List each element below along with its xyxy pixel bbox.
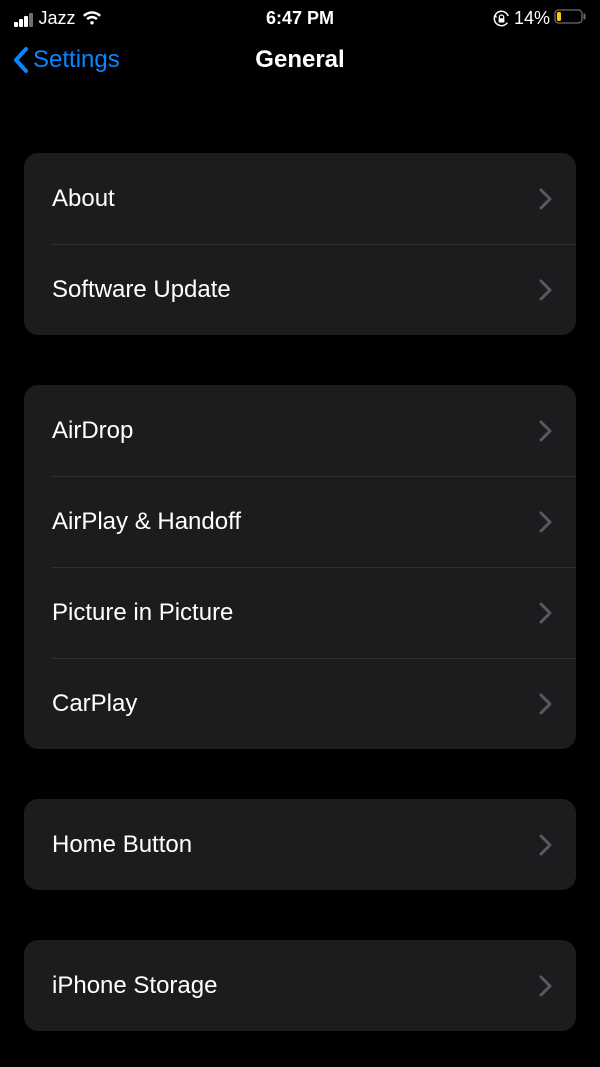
row-home-button[interactable]: Home Button xyxy=(24,799,576,890)
row-airdrop[interactable]: AirDrop xyxy=(24,385,576,476)
chevron-left-icon xyxy=(12,46,30,74)
status-left: Jazz xyxy=(14,8,102,29)
row-about[interactable]: About xyxy=(24,153,576,244)
battery-percentage: 14% xyxy=(514,8,550,29)
settings-content: About Software Update AirDrop AirPlay & … xyxy=(0,153,600,1031)
settings-group: Home Button xyxy=(24,799,576,890)
back-button[interactable]: Settings xyxy=(12,46,120,74)
status-time: 6:47 PM xyxy=(266,8,334,29)
chevron-right-icon xyxy=(539,420,552,442)
chevron-right-icon xyxy=(539,975,552,997)
chevron-right-icon xyxy=(539,279,552,301)
row-label: AirDrop xyxy=(52,417,133,445)
cellular-signal-icon xyxy=(14,11,33,27)
battery-icon xyxy=(554,8,586,29)
page-title: General xyxy=(255,46,344,74)
row-label: CarPlay xyxy=(52,690,137,718)
settings-group: About Software Update xyxy=(24,153,576,335)
settings-group: iPhone Storage xyxy=(24,940,576,1031)
row-label: iPhone Storage xyxy=(52,972,217,1000)
row-carplay[interactable]: CarPlay xyxy=(24,658,576,749)
chevron-right-icon xyxy=(539,834,552,856)
back-label: Settings xyxy=(33,46,120,74)
row-label: About xyxy=(52,185,115,213)
chevron-right-icon xyxy=(539,602,552,624)
row-label: AirPlay & Handoff xyxy=(52,508,241,536)
row-iphone-storage[interactable]: iPhone Storage xyxy=(24,940,576,1031)
row-picture-in-picture[interactable]: Picture in Picture xyxy=(24,567,576,658)
wifi-icon xyxy=(82,11,102,26)
nav-bar: Settings General xyxy=(0,35,600,91)
orientation-lock-icon xyxy=(493,10,510,27)
chevron-right-icon xyxy=(539,188,552,210)
carrier-label: Jazz xyxy=(39,8,76,29)
chevron-right-icon xyxy=(539,511,552,533)
row-label: Picture in Picture xyxy=(52,599,233,627)
row-airplay-handoff[interactable]: AirPlay & Handoff xyxy=(24,476,576,567)
status-bar: Jazz 6:47 PM 14% xyxy=(0,0,600,35)
row-label: Software Update xyxy=(52,276,231,304)
row-software-update[interactable]: Software Update xyxy=(24,244,576,335)
row-label: Home Button xyxy=(52,831,192,859)
status-right: 14% xyxy=(493,8,586,29)
chevron-right-icon xyxy=(539,693,552,715)
settings-group: AirDrop AirPlay & Handoff Picture in Pic… xyxy=(24,385,576,749)
